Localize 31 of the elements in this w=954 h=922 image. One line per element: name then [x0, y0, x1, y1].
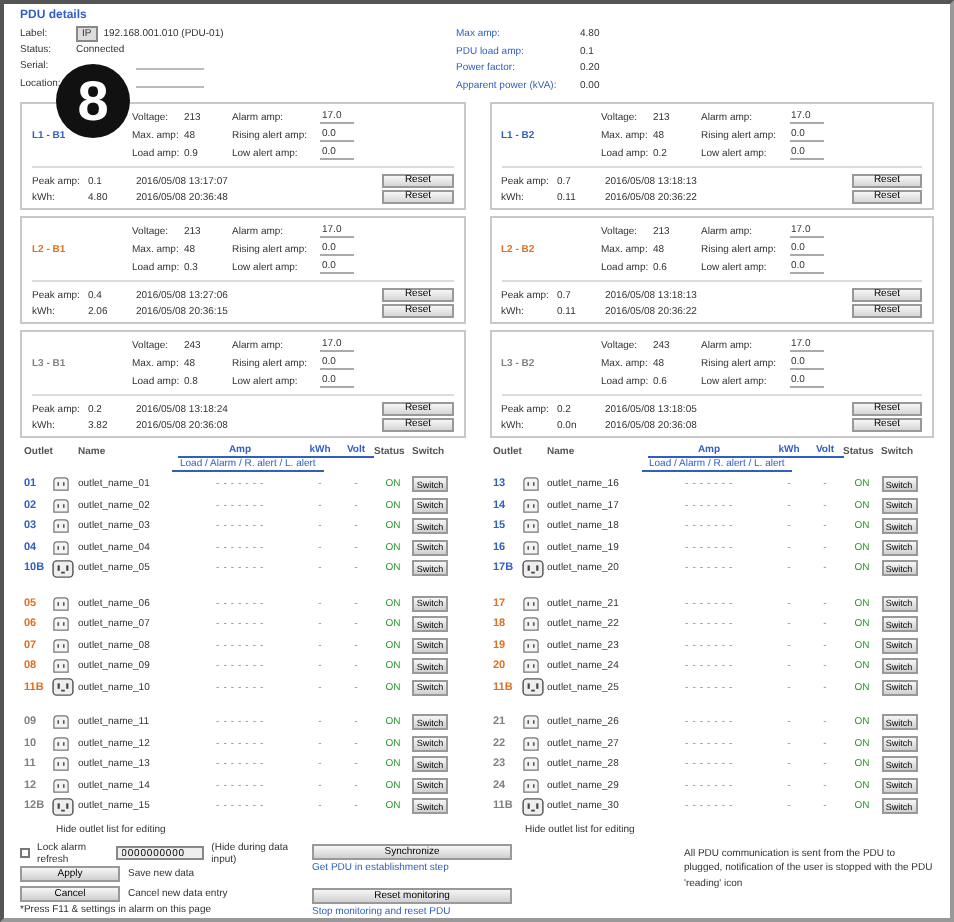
socket-icon: [52, 637, 70, 654]
socket-icon: [52, 658, 70, 675]
socket-icon: [521, 756, 539, 773]
socket-icon: [521, 714, 539, 731]
socket-icon: [52, 756, 70, 773]
socket-icon: [521, 678, 543, 697]
socket-icon: [52, 678, 74, 697]
socket-icon: [52, 616, 70, 633]
socket-icon: [52, 595, 70, 612]
socket-icon: [521, 497, 539, 514]
socket-icon: [521, 777, 539, 794]
socket-icon: [521, 797, 543, 816]
socket-icon: [52, 518, 70, 535]
socket-icon: [521, 518, 539, 535]
socket-icon: [52, 559, 74, 578]
checkbox[interactable]: [20, 848, 30, 858]
socket-icon: [521, 616, 539, 633]
socket-icon: [521, 476, 539, 493]
socket-icon: [52, 735, 70, 752]
socket-icon: [52, 714, 70, 731]
socket-icon: [52, 497, 70, 514]
socket-icon: [521, 559, 543, 578]
socket-icon: [52, 777, 70, 794]
socket-icon: [521, 539, 539, 556]
socket-icon: [52, 539, 70, 556]
socket-icon: [521, 595, 539, 612]
socket-icon: [52, 476, 70, 493]
socket-icon: [521, 637, 539, 654]
socket-icon: [52, 797, 74, 816]
socket-icon: [521, 735, 539, 752]
socket-icon: [521, 658, 539, 675]
